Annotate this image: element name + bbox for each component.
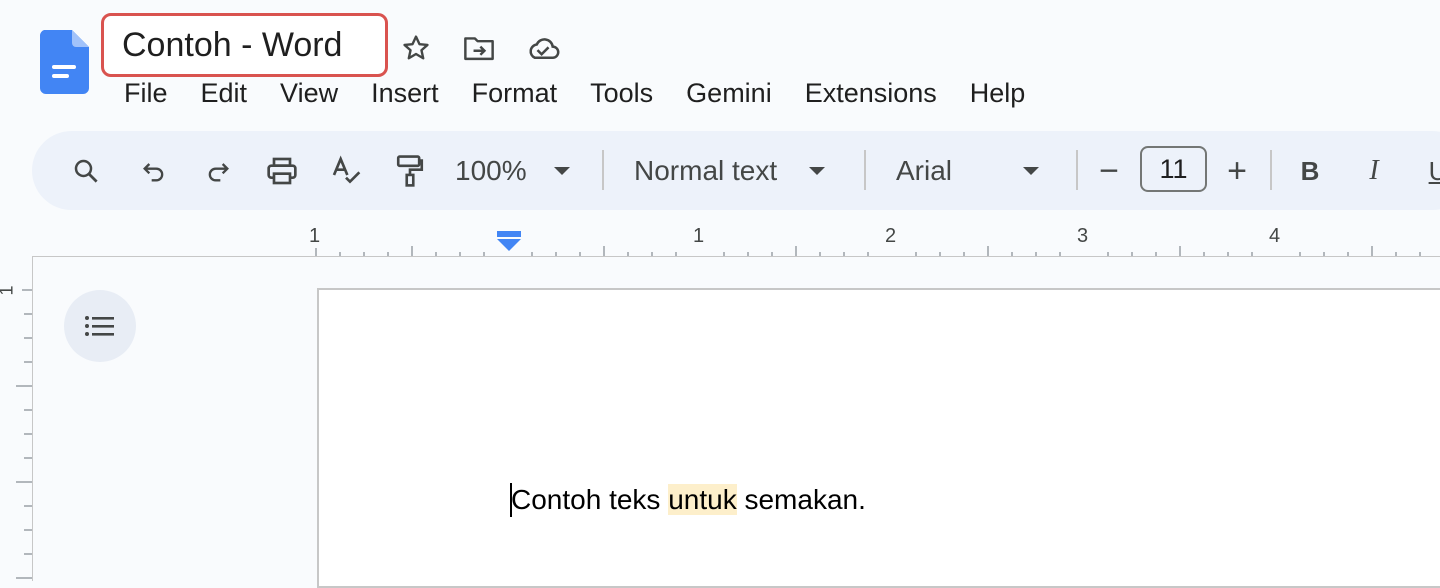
ruler-label: 2 <box>885 225 897 247</box>
menu-tools[interactable]: Tools <box>590 76 653 110</box>
zoom-value: 100% <box>455 155 527 186</box>
font-family-value: Arial <box>896 155 953 186</box>
search-menus-icon[interactable] <box>66 150 106 192</box>
document-outline-icon <box>85 316 114 336</box>
menu-gemini[interactable]: Gemini <box>686 76 772 110</box>
font-dropdown-icon <box>1023 167 1040 175</box>
menu-help[interactable]: Help <box>970 76 1026 110</box>
increase-font-size-button[interactable]: + <box>1220 150 1254 192</box>
menu-view[interactable]: View <box>280 76 338 110</box>
text-after: semakan. <box>736 484 866 515</box>
ruler-label: 3 <box>1077 225 1089 247</box>
italic-button[interactable]: I <box>1356 150 1392 192</box>
zoom-dropdown-icon <box>553 167 570 175</box>
menu-extensions[interactable]: Extensions <box>805 76 937 110</box>
move-to-folder-icon[interactable] <box>461 30 497 66</box>
toolbar-divider <box>1076 150 1078 190</box>
menu-edit[interactable]: Edit <box>201 76 248 110</box>
text-cursor <box>510 483 512 517</box>
menu-bar: File Edit View Insert Format Tools Gemin… <box>124 76 1058 110</box>
font-size-input[interactable]: 11 <box>1140 146 1207 192</box>
horizontal-ruler[interactable] <box>0 222 1440 258</box>
document-title[interactable]: Contoh - Word <box>122 22 342 68</box>
ruler-label: 1 <box>309 225 321 247</box>
font-family-select[interactable]: Arial <box>896 150 1056 192</box>
text-before: Contoh teks <box>511 484 669 515</box>
menu-file[interactable]: File <box>124 76 168 110</box>
cloud-saved-icon[interactable] <box>525 30 561 66</box>
spellcheck-icon[interactable] <box>326 150 366 192</box>
vertical-ruler[interactable] <box>0 258 32 580</box>
indent-marker-icon[interactable] <box>497 231 521 251</box>
document-outline-button[interactable] <box>64 290 136 362</box>
paragraph-style-value: Normal text <box>634 155 778 186</box>
ruler-label: 4 <box>1269 225 1281 247</box>
toolbar-divider <box>1270 150 1272 190</box>
paragraph-style-select[interactable]: Normal text <box>634 150 844 192</box>
document-body-text[interactable]: Contoh teks untuk semakan. <box>511 482 866 518</box>
bold-button[interactable]: B <box>1292 150 1328 192</box>
docs-logo-icon[interactable] <box>39 30 89 94</box>
ruler-label: 1 <box>693 225 705 247</box>
redo-icon[interactable] <box>198 150 238 192</box>
toolbar-divider <box>864 150 866 190</box>
zoom-select[interactable]: 100% <box>455 150 585 192</box>
print-icon[interactable] <box>262 150 302 192</box>
underline-button[interactable]: U <box>1420 150 1440 192</box>
style-dropdown-icon <box>809 167 826 175</box>
decrease-font-size-button[interactable]: − <box>1092 150 1126 192</box>
highlighted-word: untuk <box>668 484 737 515</box>
menu-format[interactable]: Format <box>472 76 558 110</box>
menu-insert[interactable]: Insert <box>371 76 439 110</box>
vertical-ruler-label: 1 <box>0 285 18 295</box>
star-icon[interactable] <box>398 30 434 66</box>
undo-icon[interactable] <box>134 150 174 192</box>
document-page[interactable] <box>317 288 1440 588</box>
paint-format-icon[interactable] <box>390 150 430 192</box>
toolbar-divider <box>602 150 604 190</box>
